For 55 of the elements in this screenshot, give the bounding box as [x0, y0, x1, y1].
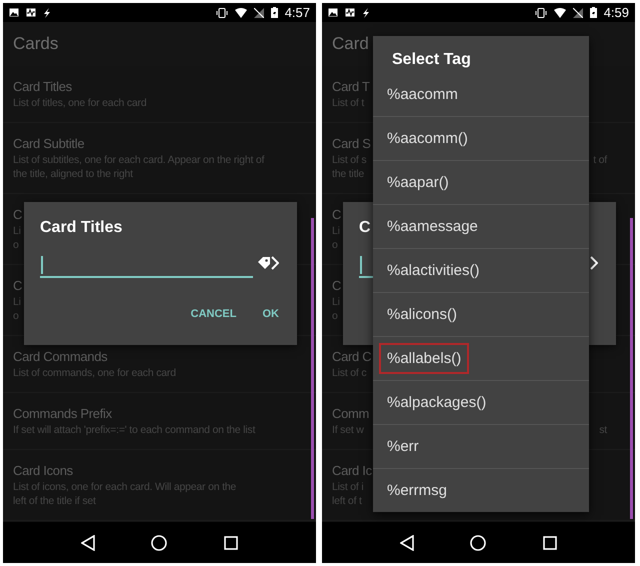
dialog-title: Card Titles: [40, 218, 122, 238]
image-icon: [328, 8, 338, 17]
vibrate-icon: [216, 8, 228, 18]
menu-item[interactable]: %aacomm(): [379, 123, 476, 154]
no-signal-icon: [572, 8, 583, 18]
item-title: C: [332, 206, 342, 224]
clock-time: 4:59: [604, 5, 629, 20]
no-signal-icon: [254, 8, 264, 18]
wifi-icon: [554, 8, 566, 18]
menu-item[interactable]: %aapar(): [379, 167, 457, 198]
item-title: Card Titles: [13, 78, 72, 96]
text-field[interactable]: [40, 254, 253, 278]
item-title: Card C: [332, 348, 372, 366]
item-title: Card Subtitle: [13, 135, 84, 153]
item-title: Card Icons: [13, 462, 73, 480]
menu-item[interactable]: %aamessage: [379, 211, 486, 242]
recents-icon[interactable]: [224, 536, 238, 550]
pulse-icon: [345, 8, 355, 17]
lightning-icon: [362, 8, 370, 18]
dialog-button[interactable]: OK: [254, 304, 287, 324]
vibrate-icon: [534, 8, 547, 18]
menu-item[interactable]: %alpackages(): [379, 387, 494, 418]
recents-icon[interactable]: [542, 536, 557, 550]
lightning-icon: [43, 8, 51, 18]
dialog-title: C: [359, 218, 371, 238]
menu-item[interactable]: %aacomm: [379, 78, 466, 110]
item-title: C: [13, 206, 22, 224]
back-icon[interactable]: [81, 534, 96, 550]
item-title: Card Ic: [332, 462, 372, 480]
dialog-button[interactable]: CANCEL: [182, 304, 244, 324]
menu-item[interactable]: %errmsg: [379, 475, 456, 506]
screen-title: Card: [332, 34, 369, 54]
menu-item[interactable]: %err: [379, 431, 427, 462]
home-icon[interactable]: [470, 534, 486, 550]
battery-icon: [590, 7, 597, 18]
battery-icon: [270, 7, 278, 18]
item-title: Card T: [332, 78, 370, 96]
screen-title: Cards: [13, 34, 58, 54]
image-icon: [9, 8, 19, 17]
wifi-icon: [234, 8, 247, 18]
item-title: C: [332, 277, 342, 295]
menu-item[interactable]: %alactivities(): [379, 255, 488, 286]
back-icon[interactable]: [400, 534, 414, 550]
menu-item[interactable]: %alicons(): [379, 299, 466, 330]
item-title: Commands Prefix: [13, 405, 112, 423]
clock-time: 4:57: [284, 5, 310, 20]
item-title: Card S: [332, 135, 371, 153]
menu-item[interactable]: %allabels(): [379, 343, 470, 374]
menu-title: Select Tag: [391, 50, 472, 70]
tag-icon[interactable]: [257, 254, 279, 272]
item-title: Comm: [332, 405, 370, 423]
item-title: C: [13, 277, 22, 295]
home-icon[interactable]: [151, 534, 168, 550]
pulse-icon: [26, 8, 36, 17]
item-title: Card Commands: [13, 348, 108, 366]
